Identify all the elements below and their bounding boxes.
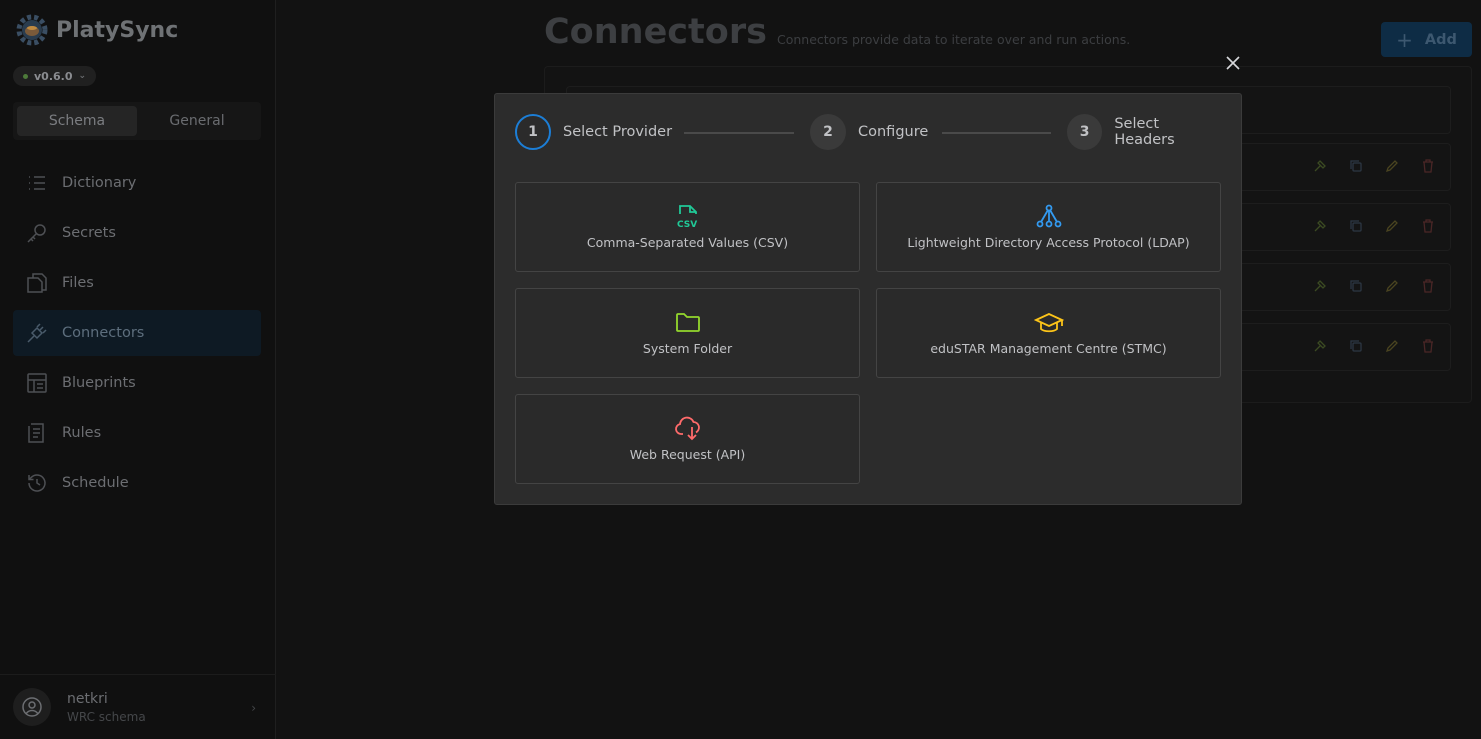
step-configure[interactable]: 2 Configure: [810, 114, 928, 150]
csv-file-icon: CSV: [673, 201, 703, 231]
step-number: 3: [1067, 114, 1103, 150]
step-separator: [942, 132, 1051, 134]
svg-text:CSV: CSV: [677, 220, 697, 230]
step-number: 1: [515, 114, 551, 150]
step-select-headers[interactable]: 3 Select Headers: [1067, 114, 1222, 150]
step-label: Select Provider: [563, 124, 673, 140]
step-number: 2: [810, 114, 846, 150]
step-label: Configure: [858, 124, 929, 140]
cloud-download-icon: [673, 413, 703, 443]
step-label: Select Headers: [1114, 116, 1175, 148]
step-separator: [684, 132, 794, 134]
folder-icon: [673, 307, 703, 337]
provider-label: eduSTAR Management Centre (STMC): [930, 341, 1167, 356]
provider-card-ldap[interactable]: Lightweight Directory Access Protocol (L…: [876, 182, 1221, 272]
provider-label: System Folder: [642, 341, 733, 356]
stepper: 1 Select Provider 2 Configure 3 Select H…: [515, 114, 1222, 152]
provider-label: Lightweight Directory Access Protocol (L…: [907, 235, 1190, 250]
provider-card-system-folder[interactable]: System Folder: [515, 288, 860, 378]
network-icon: [1034, 201, 1064, 231]
graduation-cap-icon: [1033, 307, 1064, 337]
close-icon[interactable]: [1222, 52, 1244, 74]
add-connector-modal: 1 Select Provider 2 Configure 3 Select H…: [494, 93, 1242, 505]
provider-card-web-request[interactable]: Web Request (API): [515, 394, 860, 484]
step-select-provider[interactable]: 1 Select Provider: [515, 114, 672, 150]
provider-card-stmc[interactable]: eduSTAR Management Centre (STMC): [876, 288, 1221, 378]
provider-label: Comma-Separated Values (CSV): [586, 235, 789, 250]
provider-card-csv[interactable]: CSV Comma-Separated Values (CSV): [515, 182, 860, 272]
provider-label: Web Request (API): [629, 447, 746, 462]
